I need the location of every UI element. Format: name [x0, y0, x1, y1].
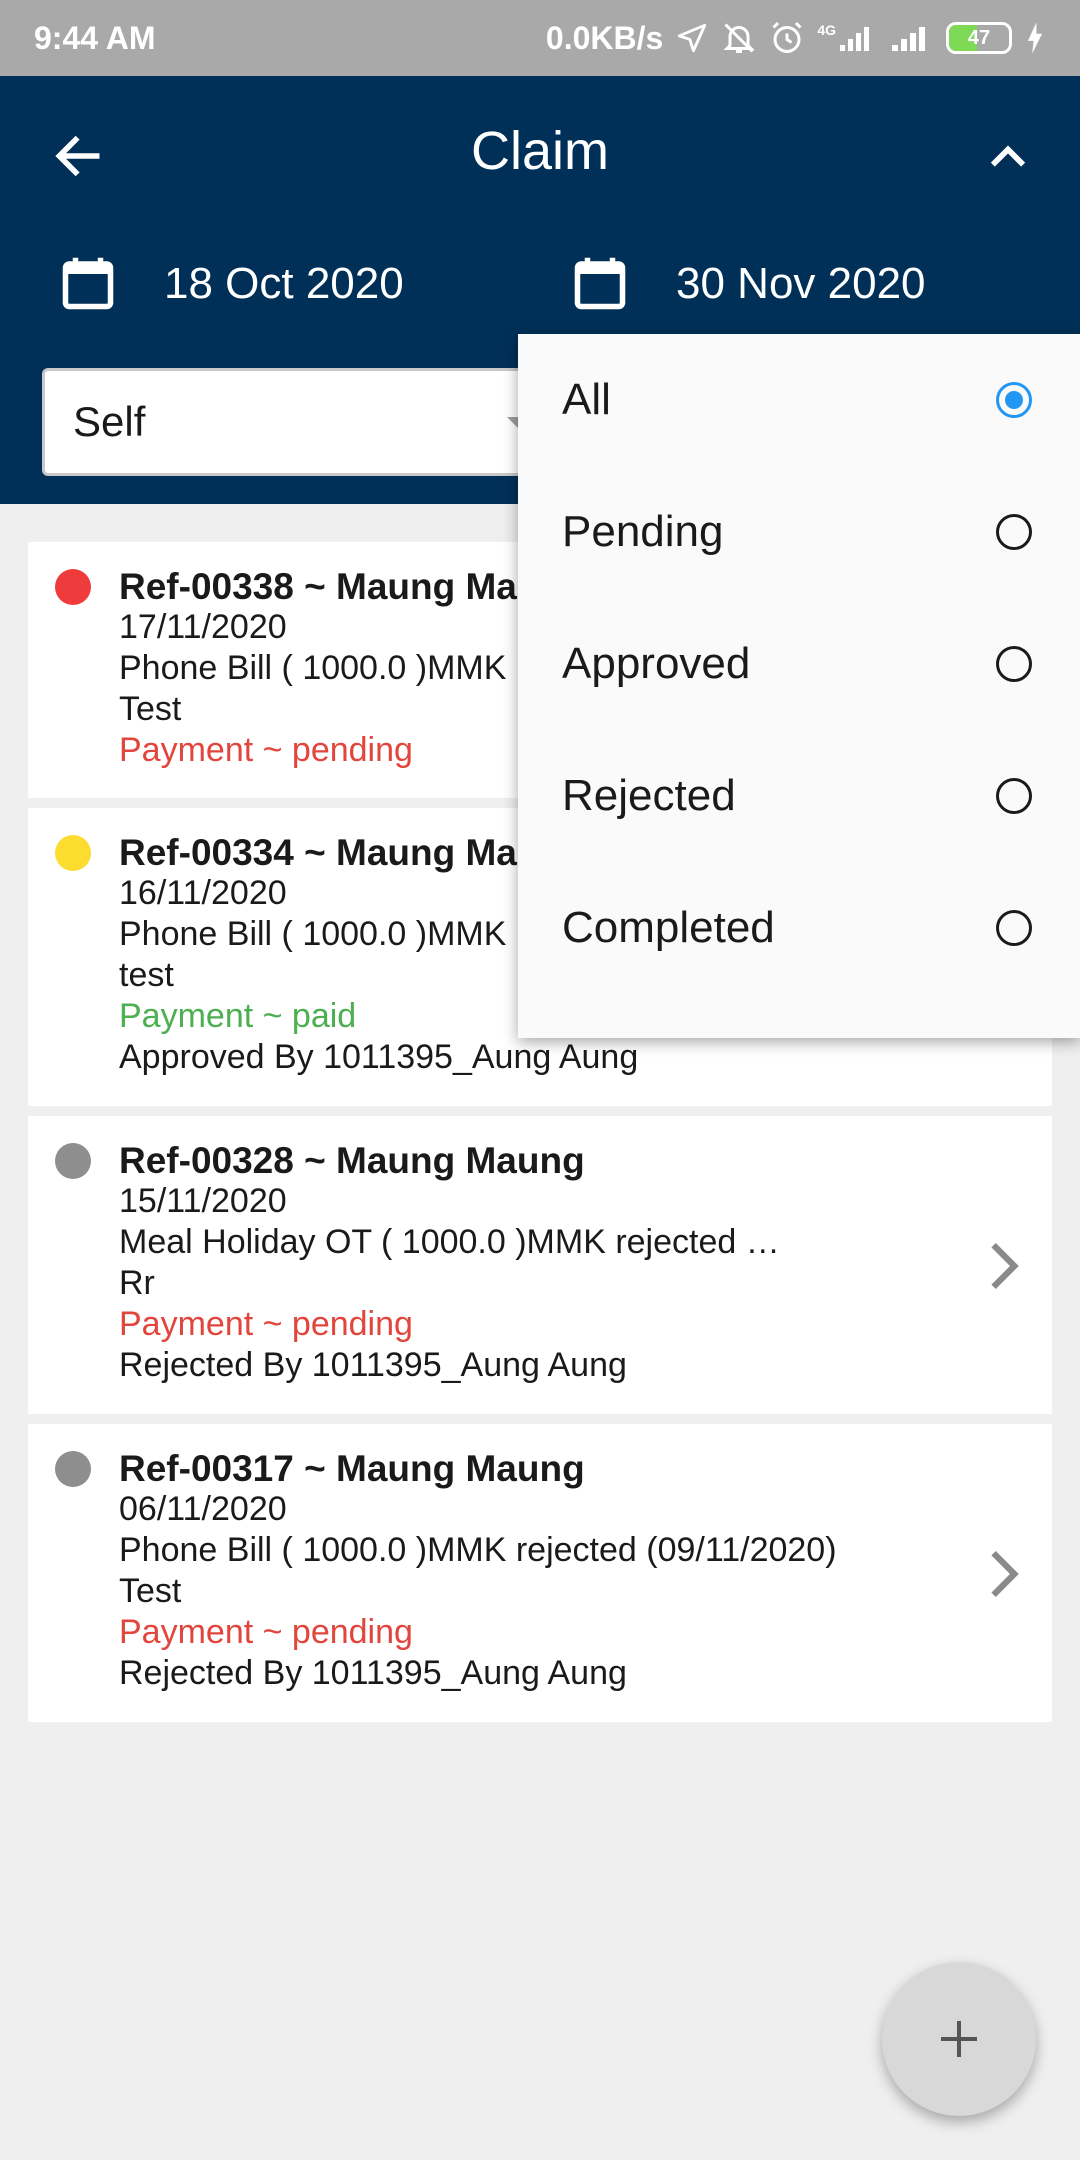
chevron-right-icon — [991, 1550, 1019, 1598]
claim-approver: Rejected By 1011395_Aung Aung — [119, 1346, 627, 1384]
status-time: 9:44 AM — [34, 19, 156, 56]
radio-icon[interactable] — [996, 910, 1032, 946]
chevron-right-icon — [991, 1242, 1019, 1290]
radio-icon[interactable] — [996, 514, 1032, 550]
status-dot — [55, 1143, 91, 1179]
claim-approver: Rejected By 1011395_Aung Aung — [119, 1654, 627, 1692]
add-claim-button[interactable] — [882, 1962, 1036, 2116]
status-icons: 0.0KB/s 4G 47 — [546, 20, 1046, 57]
claim-date: 17/11/2020 — [119, 608, 287, 646]
radio-icon[interactable] — [996, 646, 1032, 682]
to-date-label: 30 Nov 2020 — [676, 259, 926, 308]
chevron-up-icon[interactable] — [982, 130, 1034, 182]
filter-option-label: All — [562, 375, 611, 424]
payment-status: Payment ~ pending — [119, 1613, 413, 1651]
claim-detail: Phone Bill ( 1000.0 )MMK — [119, 649, 507, 687]
status-bar: 9:44 AM 0.0KB/s 4G 47 — [0, 0, 1080, 76]
claim-detail: Meal Holiday OT ( 1000.0 )MMK rejected … — [119, 1223, 780, 1261]
net-speed: 0.0KB/s — [545, 19, 664, 56]
claim-note: Rr — [119, 1264, 155, 1302]
status-filter-menu: All Pending Approved Rejected Completed — [518, 334, 1080, 1038]
status-dot — [55, 835, 91, 871]
filter-option-label: Approved — [562, 639, 751, 688]
claim-ref: Ref-00338 ~ Maung Ma — [119, 566, 517, 607]
claim-ref: Ref-00317 ~ Maung Maung — [119, 1448, 585, 1489]
charging-icon — [1027, 22, 1043, 54]
calendar-icon — [574, 257, 626, 310]
payment-status: Payment ~ pending — [119, 731, 413, 769]
claim-card[interactable]: Ref-00328 ~ Maung Maung 15/11/2020 Meal … — [28, 1116, 1052, 1414]
alarm-icon — [772, 21, 802, 53]
claim-approver: Approved By 1011395_Aung Aung — [119, 1038, 639, 1076]
filter-option-completed[interactable]: Completed — [518, 862, 1080, 994]
filter-option-approved[interactable]: Approved — [518, 598, 1080, 730]
page-title: Claim — [470, 121, 609, 181]
claim-date: 06/11/2020 — [119, 1490, 287, 1528]
signal-4g-icon: 4G — [817, 23, 878, 53]
claim-card[interactable]: Ref-00317 ~ Maung Maung 06/11/2020 Phone… — [28, 1424, 1052, 1722]
battery-level: 47 — [967, 26, 991, 49]
scope-value: Self — [73, 398, 146, 445]
payment-status: Payment ~ pending — [119, 1305, 413, 1343]
status-dot — [55, 569, 91, 605]
plus-icon — [941, 2021, 977, 2057]
location-arrow-icon — [678, 23, 707, 53]
from-date-label: 18 Oct 2020 — [164, 259, 404, 308]
calendar-icon — [62, 257, 114, 310]
claim-ref: Ref-00328 ~ Maung Maung — [119, 1140, 585, 1181]
to-date-picker[interactable]: 30 Nov 2020 — [570, 254, 926, 314]
filter-option-label: Rejected — [562, 771, 736, 820]
filter-option-pending[interactable]: Pending — [518, 466, 1080, 598]
filter-option-label: Pending — [562, 507, 724, 556]
filter-option-label: Completed — [562, 903, 775, 952]
status-dot — [55, 1451, 91, 1487]
claim-note: Test — [119, 690, 182, 728]
filter-option-all[interactable]: All — [518, 334, 1080, 466]
claim-detail: Phone Bill ( 1000.0 )MMK rejected (09/11… — [119, 1531, 837, 1569]
battery-icon: 47 — [946, 22, 1012, 54]
signal-icon — [892, 27, 925, 51]
scope-dropdown[interactable]: Self — [42, 368, 562, 476]
claim-date: 15/11/2020 — [119, 1182, 287, 1220]
filter-option-rejected[interactable]: Rejected — [518, 730, 1080, 862]
from-date-picker[interactable]: 18 Oct 2020 — [58, 254, 404, 314]
mute-icon — [723, 23, 755, 53]
radio-selected-icon[interactable] — [996, 382, 1032, 418]
radio-icon[interactable] — [996, 778, 1032, 814]
claim-note: Test — [119, 1572, 182, 1610]
